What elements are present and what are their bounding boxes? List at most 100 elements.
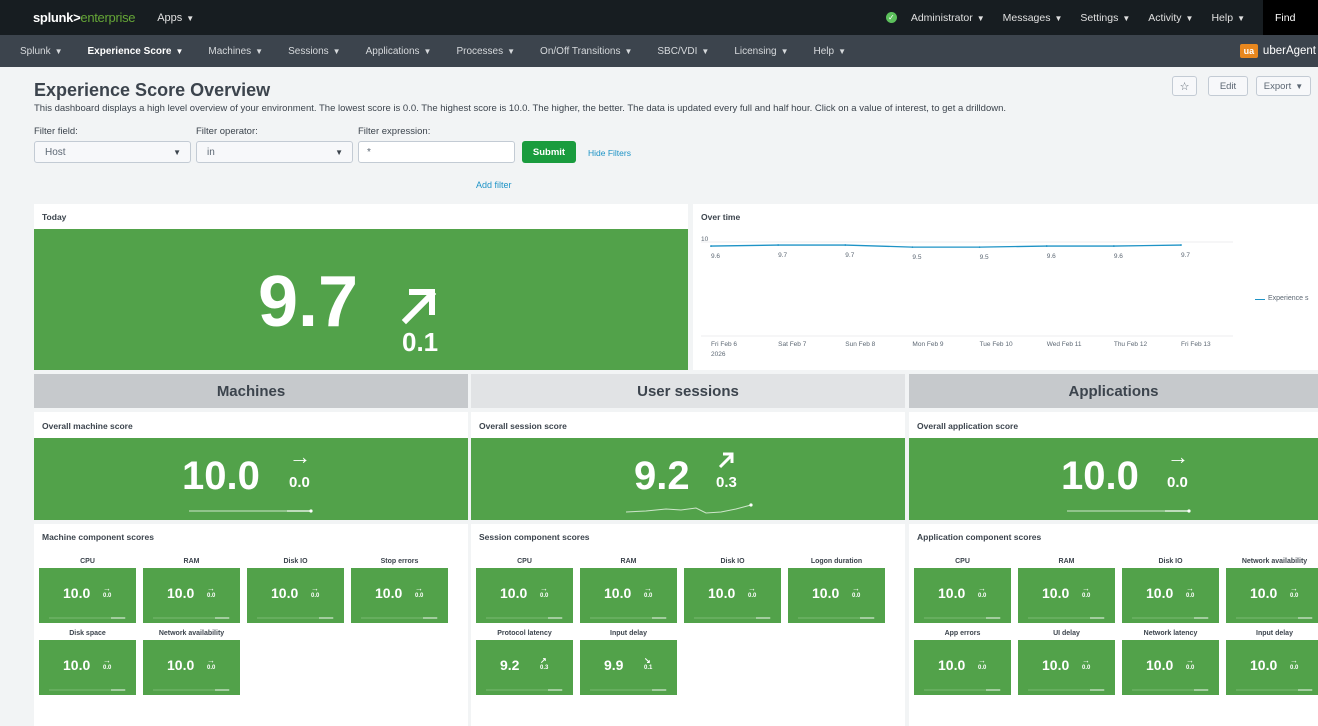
arrow-right-icon: →: [289, 444, 311, 469]
uberagent-brand[interactable]: ua uberAgent: [1239, 35, 1318, 67]
add-filter-link[interactable]: Add filter: [476, 180, 512, 190]
over-time-chart[interactable]: 9.6 9.7 9.7 9.5 9.5 9.6 9.6 9.7 Fri Feb 6 Sat Feb…: [693, 204, 1318, 370]
component-score-tile[interactable]: 9.2 ↗ 0.3: [476, 640, 573, 695]
nav-processes[interactable]: Processes ▼: [456, 46, 515, 57]
nav-experience-score[interactable]: Experience Score ▼: [88, 46, 184, 57]
component-value: 10.0: [1250, 585, 1278, 601]
component-score-tile[interactable]: 10.0 → 0.0: [914, 568, 1011, 623]
arrow-right-icon: →: [1186, 584, 1194, 593]
machine-components-panel: Machine component scores CPU 10.0 → 0.0 RAM 1…: [34, 524, 468, 726]
chevron-down-icon: ▼: [1122, 13, 1131, 23]
edit-button[interactable]: Edit: [1208, 76, 1248, 96]
series-line[interactable]: [710, 244, 1182, 248]
component-score-tile[interactable]: 10.0 → 0.0: [39, 640, 136, 695]
chevron-down-icon: ▼: [173, 147, 181, 157]
component-score-tile[interactable]: 10.0 → 0.0: [1018, 568, 1115, 623]
component-score-tile[interactable]: 10.0 → 0.0: [914, 640, 1011, 695]
sparkline: [361, 617, 438, 619]
component-delta: 0.0: [1082, 665, 1091, 671]
component-score-tile[interactable]: 10.0 → 0.0: [476, 568, 573, 623]
chevron-down-icon: ▼: [1054, 13, 1063, 23]
component-label: Disk IO: [1158, 558, 1183, 565]
arrow-right-icon: →: [748, 584, 756, 593]
component-delta: 0.0: [1290, 593, 1299, 599]
arrow-right-icon: →: [103, 656, 111, 665]
component-score-tile[interactable]: 10.0 → 0.0: [1122, 640, 1219, 695]
component-score-tile[interactable]: 10.0 → 0.0: [788, 568, 885, 623]
component-value: 10.0: [938, 657, 966, 673]
sparkline: [189, 509, 313, 513]
data-point[interactable]: [1112, 245, 1115, 247]
overall-value: 10.0: [182, 454, 260, 498]
data-point[interactable]: [777, 244, 780, 246]
overall-application-tile[interactable]: 10.0 → 0.0: [909, 438, 1318, 520]
component-label: Input delay: [610, 630, 647, 637]
component-score-tile[interactable]: 10.0 → 0.0: [1226, 568, 1318, 623]
component-value: 10.0: [1146, 585, 1174, 601]
today-title: Today: [42, 212, 67, 222]
export-button[interactable]: Export ▼: [1256, 76, 1311, 96]
data-point[interactable]: [710, 245, 712, 247]
overall-session-tile[interactable]: 9.2 0.3: [471, 438, 905, 520]
components-title: Application component scores: [917, 532, 1042, 542]
component-delta: 0.3: [540, 665, 549, 671]
apps-menu[interactable]: Apps ▼: [157, 12, 194, 24]
x-tick-label: Mon Feb 9: [912, 341, 943, 348]
nav-label: Help: [813, 45, 835, 57]
component-score-tile[interactable]: 9.9 ↘ 0.1: [580, 640, 677, 695]
data-label: 9.6: [1047, 253, 1056, 260]
nav-onoff-transitions[interactable]: On/Off Transitions ▼: [540, 46, 632, 57]
component-label: RAM: [1058, 558, 1075, 565]
component-score-tile[interactable]: 10.0 → 0.0: [684, 568, 781, 623]
nav-machines[interactable]: Machines ▼: [208, 46, 263, 57]
activity-menu[interactable]: Activity ▼: [1148, 12, 1193, 24]
find-input[interactable]: Find: [1263, 0, 1318, 35]
component-score-tile[interactable]: 10.0 → 0.0: [1122, 568, 1219, 623]
chevron-down-icon: ▼: [701, 46, 710, 56]
arrow-right-icon: →: [1290, 584, 1298, 593]
component-score-tile[interactable]: 10.0 → 0.0: [247, 568, 344, 623]
nav-sessions[interactable]: Sessions ▼: [288, 46, 341, 57]
data-point[interactable]: [978, 246, 981, 248]
component-score-tile[interactable]: 10.0 → 0.0: [143, 640, 240, 695]
component-label: Network availability: [158, 630, 225, 637]
nav-sbc-vdi[interactable]: SBC/VDI ▼: [657, 46, 709, 57]
component-value: 10.0: [1146, 657, 1174, 673]
brand-sub: enterprise: [80, 10, 136, 25]
component-score-tile[interactable]: 10.0 → 0.0: [1226, 640, 1318, 695]
data-point[interactable]: [1045, 245, 1048, 247]
data-point[interactable]: [1180, 244, 1182, 246]
overall-machine-tile[interactable]: 10.0 → 0.0: [34, 438, 468, 520]
component-score-tile[interactable]: 10.0 → 0.0: [39, 568, 136, 623]
sparkline: [153, 617, 230, 619]
splunk-logo[interactable]: splunk>enterprise: [33, 10, 136, 25]
data-point[interactable]: [911, 246, 914, 248]
messages-menu[interactable]: Messages ▼: [1003, 12, 1063, 24]
hide-filters-link[interactable]: Hide Filters: [588, 148, 631, 158]
nav-splunk[interactable]: Splunk ▼: [20, 46, 63, 57]
star-button[interactable]: ☆: [1172, 76, 1197, 96]
submit-button[interactable]: Submit: [522, 141, 576, 163]
data-point[interactable]: [844, 244, 847, 246]
filter-expression-input[interactable]: *: [358, 141, 515, 163]
help-menu[interactable]: Help ▼: [1211, 12, 1245, 24]
administrator-menu[interactable]: Administrator ▼: [911, 12, 985, 24]
component-score-tile[interactable]: 10.0 → 0.0: [580, 568, 677, 623]
component-score-tile[interactable]: 10.0 → 0.0: [143, 568, 240, 623]
nav-applications[interactable]: Applications ▼: [366, 46, 432, 57]
filter-operator-select[interactable]: in ▼: [196, 141, 353, 163]
sparkline: [49, 617, 126, 619]
nav-help[interactable]: Help ▼: [814, 46, 847, 57]
sparkline: [1028, 617, 1105, 619]
overall-delta: 0.0: [289, 474, 310, 491]
today-score-tile[interactable]: 9.7 0.1: [34, 229, 688, 370]
sparkline: [1236, 617, 1313, 619]
component-delta: 0.0: [103, 593, 112, 599]
nav-licensing[interactable]: Licensing ▼: [734, 46, 788, 57]
legend-label[interactable]: Experience s: [1268, 295, 1308, 302]
settings-menu[interactable]: Settings ▼: [1080, 12, 1130, 24]
filter-field-select[interactable]: Host ▼: [34, 141, 191, 163]
component-score-tile[interactable]: 10.0 → 0.0: [1018, 640, 1115, 695]
component-score-tile[interactable]: 10.0 → 0.0: [351, 568, 448, 623]
component-delta: 0.0: [1186, 665, 1195, 671]
